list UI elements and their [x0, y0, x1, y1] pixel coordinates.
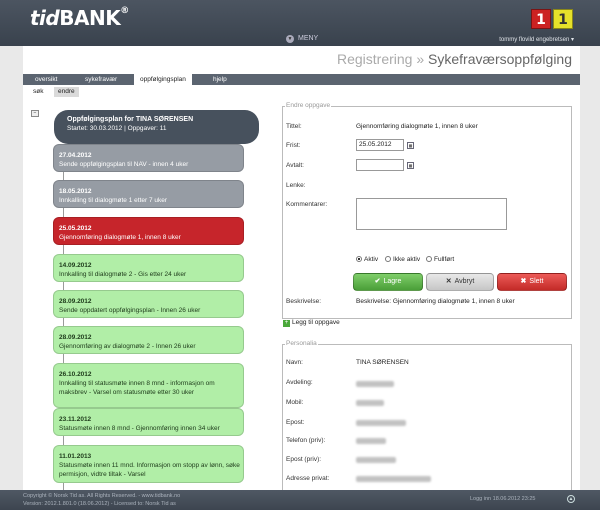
task-card[interactable]: 23.11.2012 Statusmøte innen 8 mnd - Gjenn…	[53, 408, 244, 436]
task-date: 23.11.2012	[59, 416, 92, 423]
plus-icon: +	[283, 320, 290, 327]
task-card[interactable]: 25.05.2012 Gjennomføring dialogmøte 1, in…	[53, 217, 244, 245]
tidbank-logo[interactable]: tidBANK®	[30, 6, 129, 30]
description-value: Beskrivelse: Gjennomføring dialogmøte 1,…	[356, 298, 515, 305]
menu-button[interactable]: ▼ MENY	[286, 35, 318, 43]
deadline-calendar-icon[interactable]: ▦	[407, 142, 414, 149]
cancel-button[interactable]: ✕ Avbryt	[426, 273, 494, 291]
task-card[interactable]: 28.09.2012 Sende oppdatert oppfølgingspla…	[53, 290, 244, 318]
redacted-value	[356, 438, 386, 444]
task-text: Statusmøte innen 8 mnd - Gjennomføring i…	[59, 425, 220, 432]
task-date: 14.09.2012	[59, 262, 92, 269]
task-card[interactable]: 27.04.2012 Sende oppfølgingsplan til NAV …	[53, 144, 244, 172]
task-date: 28.09.2012	[59, 334, 92, 341]
task-card[interactable]: 11.01.2013 Statusmøte innen 11 mnd. Infor…	[53, 445, 244, 483]
close-icon: ✕	[445, 278, 452, 285]
personalia-panel: Personalia	[282, 340, 572, 494]
task-date: 27.04.2012	[59, 152, 92, 159]
add-task-button[interactable]: + Legg til oppgave	[283, 319, 340, 327]
redacted-value	[356, 381, 394, 387]
status-radio-completed[interactable]: Fullført	[426, 256, 454, 263]
delete-button[interactable]: ✖ Slett	[497, 273, 567, 291]
version-text: Version: 2012.1.801.0 (18.06.2012) - Lic…	[23, 501, 176, 507]
check-icon: ✔	[374, 278, 381, 285]
task-text: Gjennomføring dialogmøte 1, innen 8 uker	[59, 234, 181, 241]
breadcrumb: Registrering » Sykefraværsoppfølging	[336, 51, 572, 67]
deadline-field[interactable]: 25.05.2012	[356, 139, 404, 151]
task-card[interactable]: 14.09.2012 Innkalling til dialogmøte 2 - …	[53, 254, 244, 282]
agreed-date-field[interactable]	[356, 159, 404, 171]
scroll-top-icon[interactable]: ▲	[567, 495, 575, 503]
task-card[interactable]: 26.10.2012 Innkalling til statusmøte inne…	[53, 363, 244, 408]
red-notification-badge[interactable]: 1	[531, 9, 551, 29]
user-menu[interactable]: tommy flovild engebretsen ▾	[499, 36, 574, 43]
task-text: Innkalling til dialogmøte 2 - Gis etter …	[59, 271, 187, 278]
tab-oversikt[interactable]: oversikt	[29, 74, 63, 85]
task-date: 26.10.2012	[59, 371, 92, 378]
agreed-calendar-icon[interactable]: ▦	[407, 162, 414, 169]
task-title-value: Gjennomføring dialogmøte 1, innen 8 uker	[356, 123, 478, 130]
chevron-down-icon: ▼	[286, 35, 294, 43]
task-date: 18.05.2012	[59, 188, 92, 195]
tab-oppfolgingsplan[interactable]: oppfølgingsplan	[134, 74, 192, 85]
top-bar: tidBANK® 1 1 ▼ MENY tommy flovild engebre…	[0, 0, 600, 46]
plan-header[interactable]: Oppfølgingsplan for TINA SØRENSEN Starte…	[54, 110, 259, 144]
tab-bar: oversikt sykefravær oppfølgingsplan hjel…	[23, 74, 580, 85]
menu-label: MENY	[298, 35, 319, 42]
redacted-value	[356, 476, 431, 482]
redacted-value	[356, 400, 384, 406]
task-date: 11.01.2013	[59, 453, 92, 460]
redacted-value	[356, 457, 396, 463]
save-button[interactable]: ✔ Lagre	[353, 273, 423, 291]
subtab-endre[interactable]: endre	[54, 87, 79, 97]
comment-textarea[interactable]	[356, 198, 507, 230]
delete-icon: ✖	[520, 278, 527, 285]
sub-tab-bar: søk endre	[23, 86, 580, 97]
collapse-tree-icon[interactable]: −	[31, 110, 39, 117]
task-text: Gjennomføring av dialogmøte 2 - Innen 26…	[59, 343, 196, 350]
task-text: Innkalling til dialogmøte 1 etter 7 uker	[59, 197, 168, 204]
task-text: Sende oppdatert oppfølgingsplan - Innen …	[59, 307, 201, 314]
redacted-value	[356, 420, 406, 426]
task-card[interactable]: 18.05.2012 Innkalling til dialogmøte 1 et…	[53, 180, 244, 208]
task-date: 28.09.2012	[59, 298, 92, 305]
person-name: TINA SØRENSEN	[356, 359, 409, 366]
yellow-notification-badge[interactable]: 1	[553, 9, 573, 29]
subtab-sok[interactable]: søk	[29, 87, 47, 97]
tab-hjelp[interactable]: hjelp	[207, 74, 233, 85]
main-content: Registrering » Sykefraværsoppfølging ove…	[23, 46, 580, 501]
task-text: Sende oppfølgingsplan til NAV - innen 4 …	[59, 161, 189, 168]
tab-sykefravaer[interactable]: sykefravær	[79, 74, 123, 85]
task-text: Statusmøte innen 11 mnd. Informasjon om …	[59, 462, 240, 478]
login-info: Logg inn 18.06.2012 23:25	[470, 496, 536, 502]
footer: Copyright © Norsk Tid as. All Rights Res…	[0, 490, 600, 510]
page-title: Sykefraværsoppfølging	[428, 51, 572, 67]
task-card[interactable]: 28.09.2012 Gjennomføring av dialogmøte 2 …	[53, 326, 244, 354]
status-radio-active[interactable]: Aktiv	[356, 256, 378, 263]
status-radio-inactive[interactable]: Ikke aktiv	[385, 256, 420, 263]
copyright-text: Copyright © Norsk Tid as. All Rights Res…	[23, 493, 181, 499]
task-date: 25.05.2012	[59, 225, 92, 232]
task-text: Innkalling til statusmøte innen 8 mnd - …	[59, 380, 215, 396]
